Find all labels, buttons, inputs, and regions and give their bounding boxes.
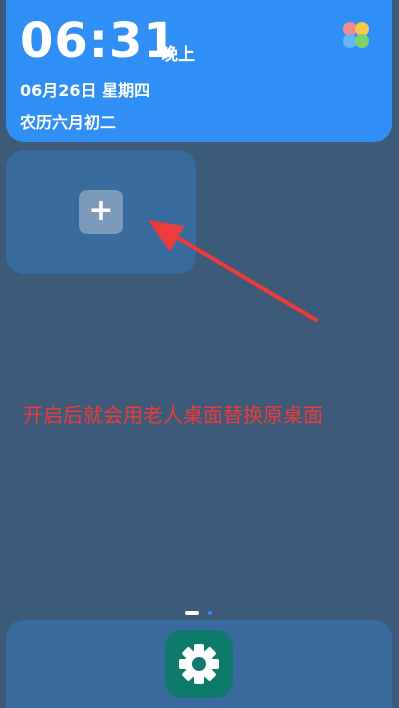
page-dot bbox=[208, 611, 212, 615]
clock-time: 06:31 bbox=[20, 13, 178, 69]
annotation-text: 开启后就会用老人桌面替换原桌面 bbox=[23, 403, 323, 427]
dock bbox=[6, 620, 392, 708]
empty-app-slot[interactable]: + bbox=[6, 150, 196, 274]
flower-logo-icon[interactable] bbox=[341, 20, 371, 50]
settings-app-button[interactable] bbox=[165, 630, 233, 698]
add-app-button[interactable]: + bbox=[79, 190, 123, 234]
page-dot-active bbox=[185, 611, 199, 615]
clock-widget[interactable]: 06:31 晚上 06月26日 星期四 农历六月初二 bbox=[6, 0, 392, 142]
gear-icon bbox=[179, 644, 219, 684]
clock-period: 晚上 bbox=[161, 45, 195, 65]
lunar-date: 农历六月初二 bbox=[20, 113, 117, 132]
clock-date: 06月26日 星期四 bbox=[20, 81, 151, 100]
